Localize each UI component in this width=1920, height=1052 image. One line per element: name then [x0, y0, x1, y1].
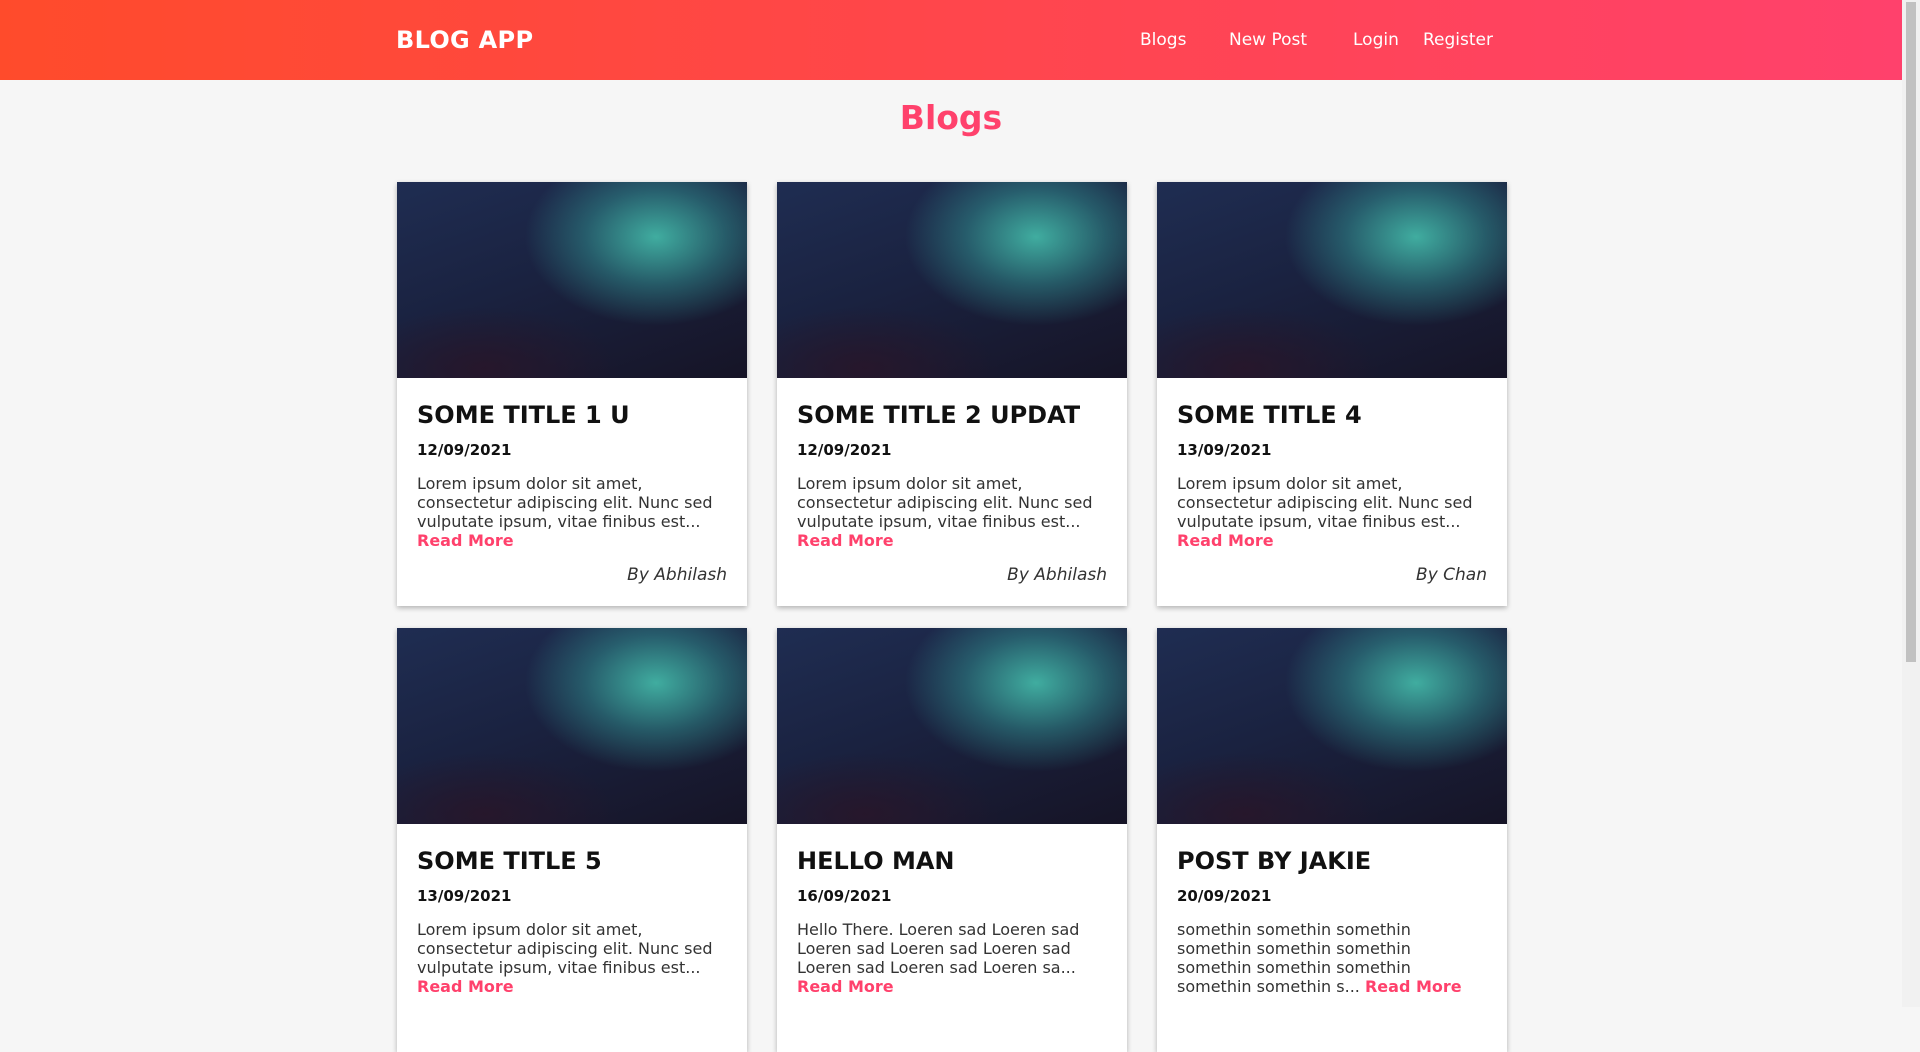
card-excerpt: somethin somethin somethin somethin some… — [1177, 920, 1487, 996]
card-title: POST BY JAKIE — [1177, 847, 1372, 875]
blog-card[interactable]: SOME TITLE 4 13/09/2021 Lorem ipsum dolo… — [1157, 182, 1507, 606]
card-excerpt-text: Hello There. Loeren sad Loeren sad Loere… — [797, 920, 1080, 977]
page-scrollbar[interactable] — [1902, 0, 1920, 1007]
read-more-link[interactable]: Read More — [1365, 977, 1462, 996]
card-date: 12/09/2021 — [797, 441, 892, 459]
blog-card[interactable]: POST BY JAKIE 20/09/2021 somethin someth… — [1157, 628, 1507, 1052]
nav-link-new-post[interactable]: New Post — [1229, 0, 1307, 80]
card-date: 13/09/2021 — [417, 887, 512, 905]
card-excerpt: Lorem ipsum dolor sit amet, consectetur … — [417, 920, 727, 996]
brand-logo[interactable]: BLOG APP — [396, 0, 533, 80]
card-excerpt: Lorem ipsum dolor sit amet, consectetur … — [1177, 474, 1487, 550]
card-excerpt: Lorem ipsum dolor sit amet, consectetur … — [797, 474, 1107, 550]
card-title: HELLO MAN — [797, 847, 955, 875]
read-more-link[interactable]: Read More — [417, 531, 514, 550]
card-excerpt-text: Lorem ipsum dolor sit amet, consectetur … — [417, 920, 713, 977]
top-navbar: BLOG APP Blogs New Post Login Register — [0, 0, 1902, 80]
card-image — [777, 182, 1127, 378]
card-excerpt-text: Lorem ipsum dolor sit amet, consectetur … — [797, 474, 1093, 531]
card-image — [397, 628, 747, 824]
card-title: SOME TITLE 2 UPDAT — [797, 401, 1081, 429]
card-excerpt: Lorem ipsum dolor sit amet, consectetur … — [417, 474, 727, 550]
card-excerpt: Hello There. Loeren sad Loeren sad Loere… — [797, 920, 1107, 996]
blog-card[interactable]: HELLO MAN 16/09/2021 Hello There. Loeren… — [777, 628, 1127, 1052]
card-excerpt-text: Lorem ipsum dolor sit amet, consectetur … — [417, 474, 713, 531]
read-more-link[interactable]: Read More — [797, 977, 894, 996]
card-author: By Abhilash — [627, 565, 727, 585]
blog-card[interactable]: SOME TITLE 1 U 12/09/2021 Lorem ipsum do… — [397, 182, 747, 606]
card-date: 20/09/2021 — [1177, 887, 1272, 905]
card-excerpt-text: Lorem ipsum dolor sit amet, consectetur … — [1177, 474, 1473, 531]
card-title: SOME TITLE 5 — [417, 847, 602, 875]
nav-link-blogs[interactable]: Blogs — [1140, 0, 1186, 80]
nav-link-login[interactable]: Login — [1353, 0, 1399, 80]
card-image — [397, 182, 747, 378]
card-image — [1157, 628, 1507, 824]
blog-grid: SOME TITLE 1 U 12/09/2021 Lorem ipsum do… — [397, 182, 1508, 1052]
card-title: SOME TITLE 1 U — [417, 401, 630, 429]
card-title: SOME TITLE 4 — [1177, 401, 1362, 429]
read-more-link[interactable]: Read More — [1177, 531, 1274, 550]
card-image — [777, 628, 1127, 824]
blog-card[interactable]: SOME TITLE 2 UPDAT 12/09/2021 Lorem ipsu… — [777, 182, 1127, 606]
read-more-link[interactable]: Read More — [797, 531, 894, 550]
card-author: By Abhilash — [1007, 565, 1107, 585]
card-date: 13/09/2021 — [1177, 441, 1272, 459]
read-more-link[interactable]: Read More — [417, 977, 514, 996]
page-title: Blogs — [899, 98, 1003, 137]
card-date: 12/09/2021 — [417, 441, 512, 459]
card-author: By Chan — [1416, 565, 1487, 585]
card-date: 16/09/2021 — [797, 887, 892, 905]
card-image — [1157, 182, 1507, 378]
scrollbar-thumb[interactable] — [1906, 2, 1916, 662]
nav-link-register[interactable]: Register — [1423, 0, 1493, 80]
blog-card[interactable]: SOME TITLE 5 13/09/2021 Lorem ipsum dolo… — [397, 628, 747, 1052]
